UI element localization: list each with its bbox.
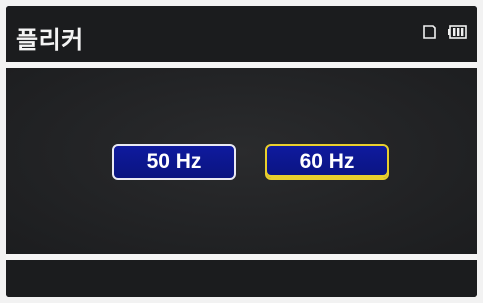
memory-card-icon [423,25,436,39]
options-panel [6,68,477,254]
option-60hz-button[interactable]: 60 Hz [265,144,389,180]
option-50hz-label: 50 Hz [146,150,202,173]
status-icons [421,24,467,40]
battery-icon [448,25,467,39]
footer-bar [6,260,477,297]
header-bar: 플리커 [6,6,477,62]
option-50hz-button[interactable]: 50 Hz [112,144,236,180]
option-60hz-label: 60 Hz [299,150,355,173]
camera-screen: 플리커 50 Hz 60 Hz [6,6,477,297]
page-title: 플리커 [16,26,84,54]
